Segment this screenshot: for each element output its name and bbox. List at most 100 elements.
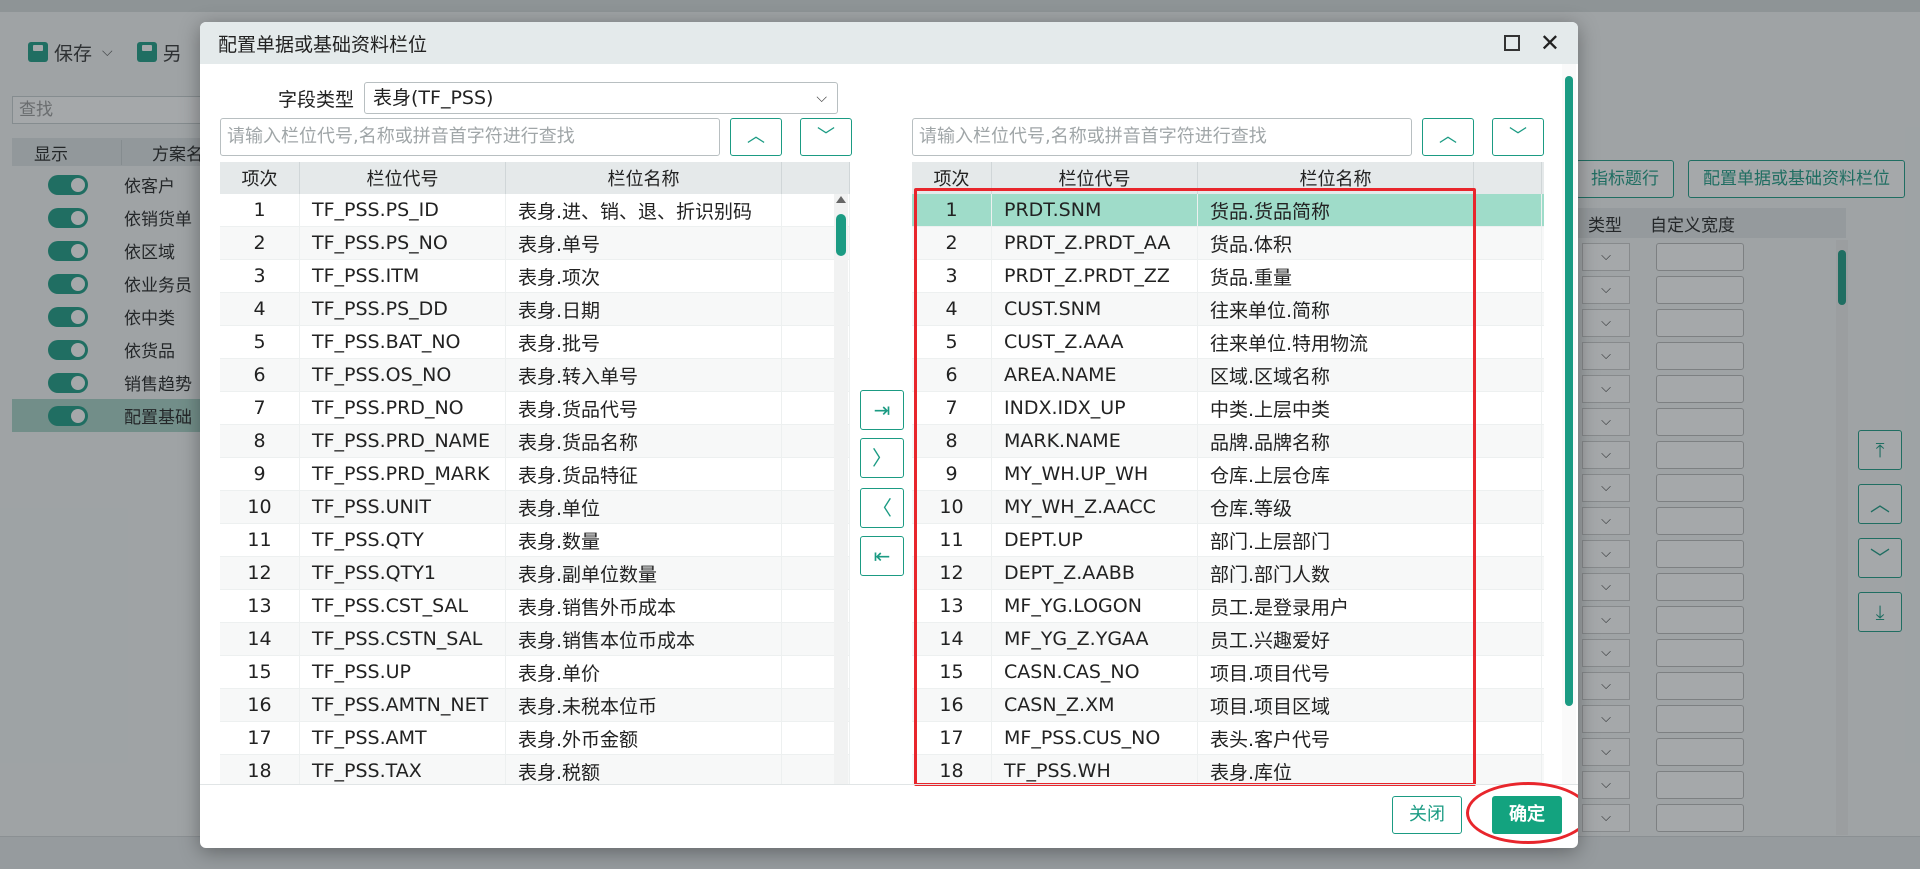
scroll-up-icon[interactable] bbox=[836, 196, 846, 203]
right-next-button[interactable]: ﹀ bbox=[1492, 118, 1544, 156]
row-spacer bbox=[1474, 260, 1542, 292]
row-spacer bbox=[1474, 491, 1542, 523]
table-row[interactable]: 9 MY_WH.UP_WH 仓库.上层仓库 bbox=[912, 458, 1544, 491]
row-index: 5 bbox=[912, 326, 992, 358]
ok-button[interactable]: 确定 bbox=[1492, 796, 1562, 834]
row-spacer bbox=[1474, 623, 1542, 655]
row-field-code: DEPT_Z.AABB bbox=[992, 557, 1198, 589]
row-field-name: 表身.单位 bbox=[506, 491, 782, 523]
table-row[interactable]: 15 TF_PSS.UP 表身.单价 bbox=[220, 656, 850, 689]
row-field-code: MF_YG.LOGON bbox=[992, 590, 1198, 622]
left-prev-button[interactable]: ︿ bbox=[730, 118, 782, 156]
table-row[interactable]: 13 MF_YG.LOGON 员工.是登录用户 bbox=[912, 590, 1544, 623]
field-type-row: 字段类型 表身(TF_PSS) ⌵ bbox=[278, 82, 838, 114]
close-button[interactable]: 关闭 bbox=[1392, 796, 1462, 834]
maximize-icon[interactable] bbox=[1503, 35, 1520, 51]
row-spacer bbox=[1474, 359, 1542, 391]
row-field-name: 往来单位.特用物流 bbox=[1198, 326, 1474, 358]
left-next-button[interactable]: ﹀ bbox=[800, 118, 852, 156]
table-row[interactable]: 17 MF_PSS.CUS_NO 表头.客户代号 bbox=[912, 722, 1544, 755]
row-field-code: CUST_Z.AAA bbox=[992, 326, 1198, 358]
table-row[interactable]: 5 TF_PSS.BAT_NO 表身.批号 bbox=[220, 326, 850, 359]
field-type-select[interactable]: 表身(TF_PSS) ⌵ bbox=[364, 82, 838, 114]
row-index: 1 bbox=[220, 194, 300, 226]
move-left-button[interactable]: 〈 bbox=[860, 488, 904, 528]
table-row[interactable]: 10 MY_WH_Z.AACC 仓库.等级 bbox=[912, 491, 1544, 524]
table-row[interactable]: 8 MARK.NAME 品牌.品牌名称 bbox=[912, 425, 1544, 458]
table-header: 项次 栏位代号 栏位名称 bbox=[220, 162, 850, 194]
row-index: 7 bbox=[220, 392, 300, 424]
left-search-input[interactable]: 请输入栏位代号,名称或拼音首字符进行查找 bbox=[220, 118, 720, 156]
table-row[interactable]: 8 TF_PSS.PRD_NAME 表身.货品名称 bbox=[220, 425, 850, 458]
row-field-name: 表身.货品名称 bbox=[506, 425, 782, 457]
scroll-thumb[interactable] bbox=[1565, 76, 1573, 706]
row-spacer bbox=[1474, 755, 1542, 784]
table-row[interactable]: 9 TF_PSS.PRD_MARK 表身.货品特征 bbox=[220, 458, 850, 491]
right-search-input[interactable]: 请输入栏位代号,名称或拼音首字符进行查找 bbox=[912, 118, 1412, 156]
table-row[interactable]: 1 TF_PSS.PS_ID 表身.进、销、退、折识别码 bbox=[220, 194, 850, 227]
name-column-header: 栏位名称 bbox=[506, 162, 782, 194]
table-row[interactable]: 1 PRDT.SNM 货品.货品简称 bbox=[912, 194, 1544, 227]
row-field-name: 货品.体积 bbox=[1198, 227, 1474, 259]
table-row[interactable]: 18 TF_PSS.TAX 表身.税额 bbox=[220, 755, 850, 784]
row-field-code: TF_PSS.QTY1 bbox=[300, 557, 506, 589]
table-row[interactable]: 11 DEPT.UP 部门.上层部门 bbox=[912, 524, 1544, 557]
dialog-title: 配置单据或基础资料栏位 bbox=[218, 33, 428, 56]
table-row[interactable]: 18 TF_PSS.WH 表身.库位 bbox=[912, 755, 1544, 784]
table-row[interactable]: 3 TF_PSS.ITM 表身.项次 bbox=[220, 260, 850, 293]
table-row[interactable]: 7 INDX.IDX_UP 中类.上层中类 bbox=[912, 392, 1544, 425]
row-index: 2 bbox=[912, 227, 992, 259]
table-row[interactable]: 4 TF_PSS.PS_DD 表身.日期 bbox=[220, 293, 850, 326]
row-spacer bbox=[1474, 425, 1542, 457]
move-all-right-button[interactable]: ⇥ bbox=[860, 390, 904, 430]
move-all-left-button[interactable]: ⇤ bbox=[860, 536, 904, 576]
table-row[interactable]: 17 TF_PSS.AMT 表身.外币金额 bbox=[220, 722, 850, 755]
scroll-thumb[interactable] bbox=[836, 214, 846, 256]
row-field-name: 表身.货品代号 bbox=[506, 392, 782, 424]
table-row[interactable]: 2 PRDT_Z.PRDT_AA 货品.体积 bbox=[912, 227, 1544, 260]
dialog-scrollbar[interactable] bbox=[1562, 64, 1576, 784]
table-row[interactable]: 16 CASN_Z.XM 项目.项目区域 bbox=[912, 689, 1544, 722]
row-index: 9 bbox=[912, 458, 992, 490]
table-row[interactable]: 6 TF_PSS.OS_NO 表身.转入单号 bbox=[220, 359, 850, 392]
left-scrollbar[interactable] bbox=[834, 194, 848, 784]
table-row[interactable]: 10 TF_PSS.UNIT 表身.单位 bbox=[220, 491, 850, 524]
table-row[interactable]: 12 DEPT_Z.AABB 部门.部门人数 bbox=[912, 557, 1544, 590]
row-field-code: TF_PSS.QTY bbox=[300, 524, 506, 556]
footer-divider bbox=[200, 784, 1578, 785]
table-row[interactable]: 11 TF_PSS.QTY 表身.数量 bbox=[220, 524, 850, 557]
row-index: 10 bbox=[912, 491, 992, 523]
chevron-down-icon: ⌵ bbox=[816, 90, 827, 106]
row-index: 11 bbox=[220, 524, 300, 556]
row-field-name: 表身.副单位数量 bbox=[506, 557, 782, 589]
table-row[interactable]: 4 CUST.SNM 往来单位.简称 bbox=[912, 293, 1544, 326]
row-spacer bbox=[1474, 227, 1542, 259]
table-row[interactable]: 13 TF_PSS.CST_SAL 表身.销售外币成本 bbox=[220, 590, 850, 623]
row-field-name: 表身.货品特征 bbox=[506, 458, 782, 490]
table-row[interactable]: 14 MF_YG_Z.YGAA 员工.兴趣爱好 bbox=[912, 623, 1544, 656]
row-index: 12 bbox=[220, 557, 300, 589]
table-row[interactable]: 7 TF_PSS.PRD_NO 表身.货品代号 bbox=[220, 392, 850, 425]
row-field-name: 项目.项目区域 bbox=[1198, 689, 1474, 721]
row-field-code: MF_PSS.CUS_NO bbox=[992, 722, 1198, 754]
table-row[interactable]: 5 CUST_Z.AAA 往来单位.特用物流 bbox=[912, 326, 1544, 359]
field-type-label: 字段类型 bbox=[278, 88, 355, 111]
table-row[interactable]: 14 TF_PSS.CSTN_SAL 表身.销售本位币成本 bbox=[220, 623, 850, 656]
table-row[interactable]: 12 TF_PSS.QTY1 表身.副单位数量 bbox=[220, 557, 850, 590]
table-row[interactable]: 15 CASN.CAS_NO 项目.项目代号 bbox=[912, 656, 1544, 689]
window-controls: ✕ bbox=[1503, 31, 1560, 55]
row-field-code: MARK.NAME bbox=[992, 425, 1198, 457]
table-row[interactable]: 16 TF_PSS.AMTN_NET 表身.未税本位币 bbox=[220, 689, 850, 722]
selected-fields-table: 项次 栏位代号 栏位名称 1 PRDT.SNM 货品.货品简称 2 PRDT_Z.PRD… bbox=[912, 162, 1544, 784]
table-header: 项次 栏位代号 栏位名称 bbox=[912, 162, 1544, 194]
right-prev-button[interactable]: ︿ bbox=[1422, 118, 1474, 156]
row-field-code: TF_PSS.OS_NO bbox=[300, 359, 506, 391]
row-field-name: 表身.转入单号 bbox=[506, 359, 782, 391]
move-right-button[interactable]: 〉 bbox=[860, 438, 904, 478]
row-field-code: TF_PSS.CSTN_SAL bbox=[300, 623, 506, 655]
table-row[interactable]: 6 AREA.NAME 区域.区域名称 bbox=[912, 359, 1544, 392]
close-icon[interactable]: ✕ bbox=[1540, 31, 1560, 55]
table-row[interactable]: 2 TF_PSS.PS_NO 表身.单号 bbox=[220, 227, 850, 260]
row-spacer bbox=[1474, 326, 1542, 358]
table-row[interactable]: 3 PRDT_Z.PRDT_ZZ 货品.重量 bbox=[912, 260, 1544, 293]
